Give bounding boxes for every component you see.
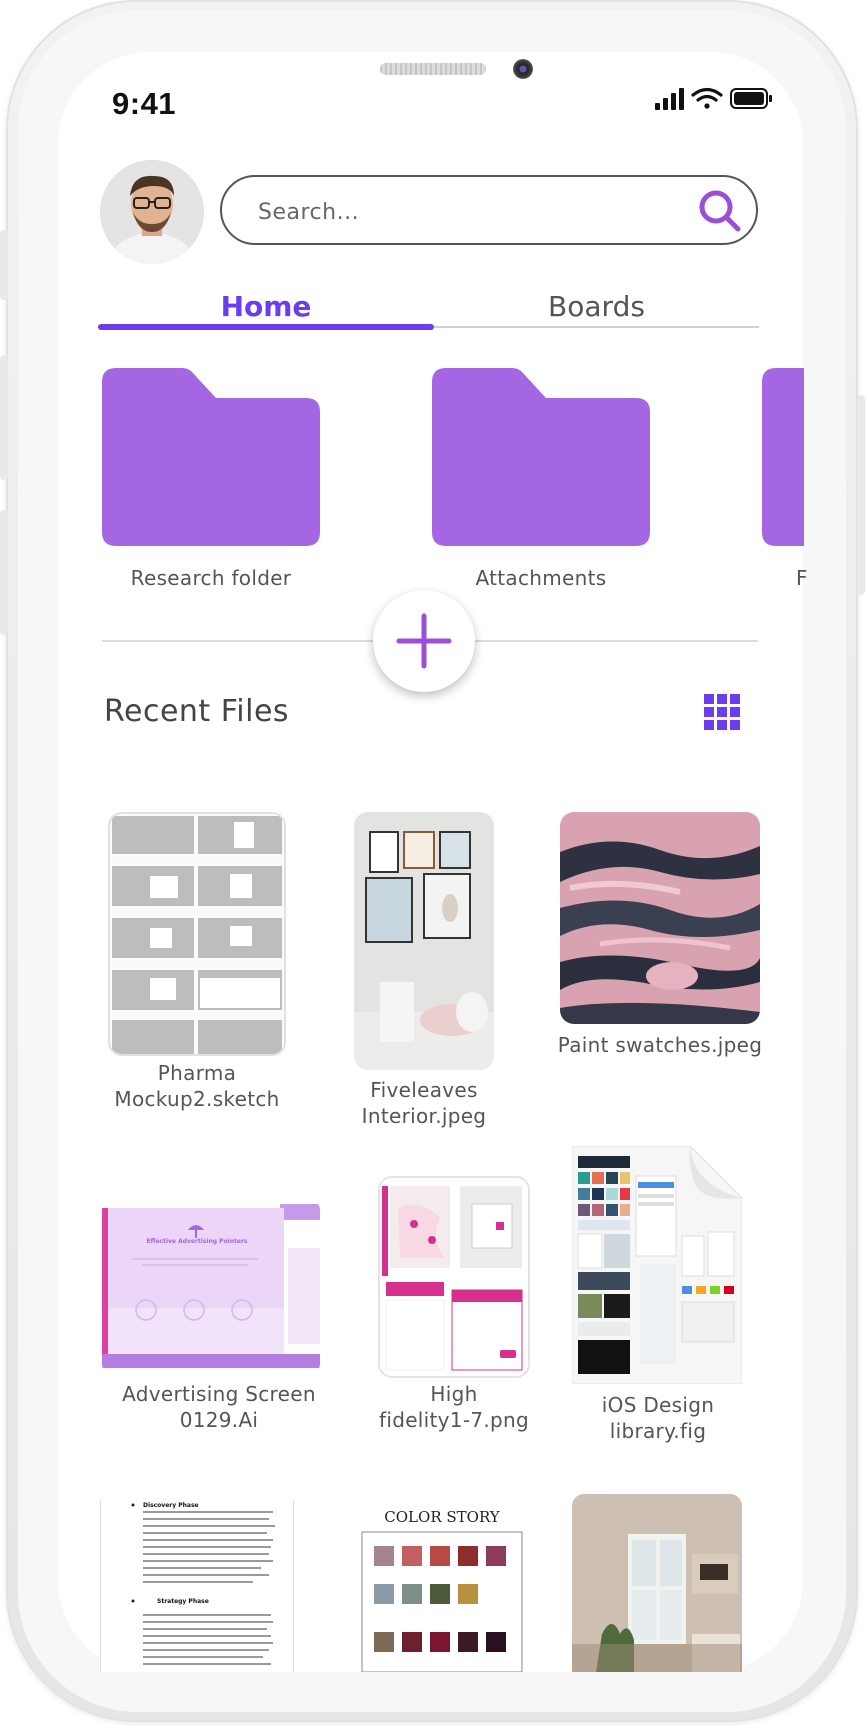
speaker-grille xyxy=(380,63,486,75)
room-photo xyxy=(572,1494,742,1672)
doc-heading-strategy: Strategy Phase xyxy=(157,1598,209,1605)
battery-icon xyxy=(730,88,772,109)
status-time: 9:41 xyxy=(112,86,177,121)
wireframe-preview xyxy=(110,814,284,1054)
search-icon[interactable] xyxy=(694,185,746,237)
document-text-lines xyxy=(131,1503,275,1665)
color-swatch-grid xyxy=(361,1531,523,1672)
tab-boards[interactable]: Boards xyxy=(434,290,759,326)
interior-photo xyxy=(354,812,494,1070)
file-thumbnail-color-story[interactable]: COLOR STORY xyxy=(360,1498,524,1672)
side-button-volume-down xyxy=(0,510,8,635)
mockup-preview xyxy=(380,1178,528,1376)
status-icons xyxy=(655,87,772,110)
side-button-volume-up xyxy=(0,355,8,480)
file-thumbnail-room-photo[interactable] xyxy=(572,1494,742,1672)
file-thumbnail-document[interactable]: Discovery Phase Strategy Phase xyxy=(100,1500,294,1672)
wifi-icon xyxy=(691,87,723,109)
add-button[interactable] xyxy=(373,590,475,692)
folder-icon[interactable] xyxy=(102,368,320,546)
file-name: Pharma Mockup2.sketch xyxy=(114,1061,280,1111)
recent-files-title: Recent Files xyxy=(104,694,290,729)
plus-icon xyxy=(396,613,452,669)
file-thumbnail-paint-swatches[interactable] xyxy=(560,812,760,1024)
design-library-preview xyxy=(571,1145,743,1385)
folder-label-partial: F xyxy=(796,566,808,590)
file-name: iOS Design library.fig xyxy=(601,1393,715,1443)
signal-icon xyxy=(655,88,684,110)
advertising-preview xyxy=(102,1200,320,1374)
grid-view-icon[interactable] xyxy=(704,694,740,730)
file-name: Advertising Screen 0129.Ai xyxy=(122,1382,316,1432)
side-button-power xyxy=(857,395,865,595)
paint-photo xyxy=(560,812,760,1024)
folder-icon[interactable] xyxy=(432,368,650,546)
tab-active-indicator xyxy=(98,324,434,330)
front-camera xyxy=(513,59,533,79)
file-name: Paint swatches.jpeg xyxy=(557,1033,763,1057)
search-input[interactable] xyxy=(256,189,680,235)
file-name: High fidelity1-7.png xyxy=(379,1382,529,1432)
advertising-thumb-title: Effective Advertising Pointers xyxy=(146,1238,248,1245)
file-thumbnail-high-fidelity[interactable] xyxy=(378,1176,530,1378)
avatar[interactable] xyxy=(100,160,204,264)
folder-icon[interactable] xyxy=(762,368,804,546)
search-bar xyxy=(220,175,758,245)
file-thumbnail-fiveleaves[interactable] xyxy=(354,812,494,1070)
folder-label-attachments: Attachments xyxy=(475,566,607,590)
avatar-photo xyxy=(100,160,204,264)
file-name: Fiveleaves Interior.jpeg xyxy=(361,1078,487,1128)
folder-label-research: Research folder xyxy=(130,566,292,590)
file-thumbnail-advertising[interactable]: Effective Advertising Pointers xyxy=(102,1200,320,1374)
side-button-mute xyxy=(0,230,8,300)
file-thumbnail-pharma[interactable] xyxy=(108,812,286,1056)
tab-home[interactable]: Home xyxy=(98,290,434,326)
file-thumbnail-ios-design[interactable] xyxy=(571,1145,743,1385)
